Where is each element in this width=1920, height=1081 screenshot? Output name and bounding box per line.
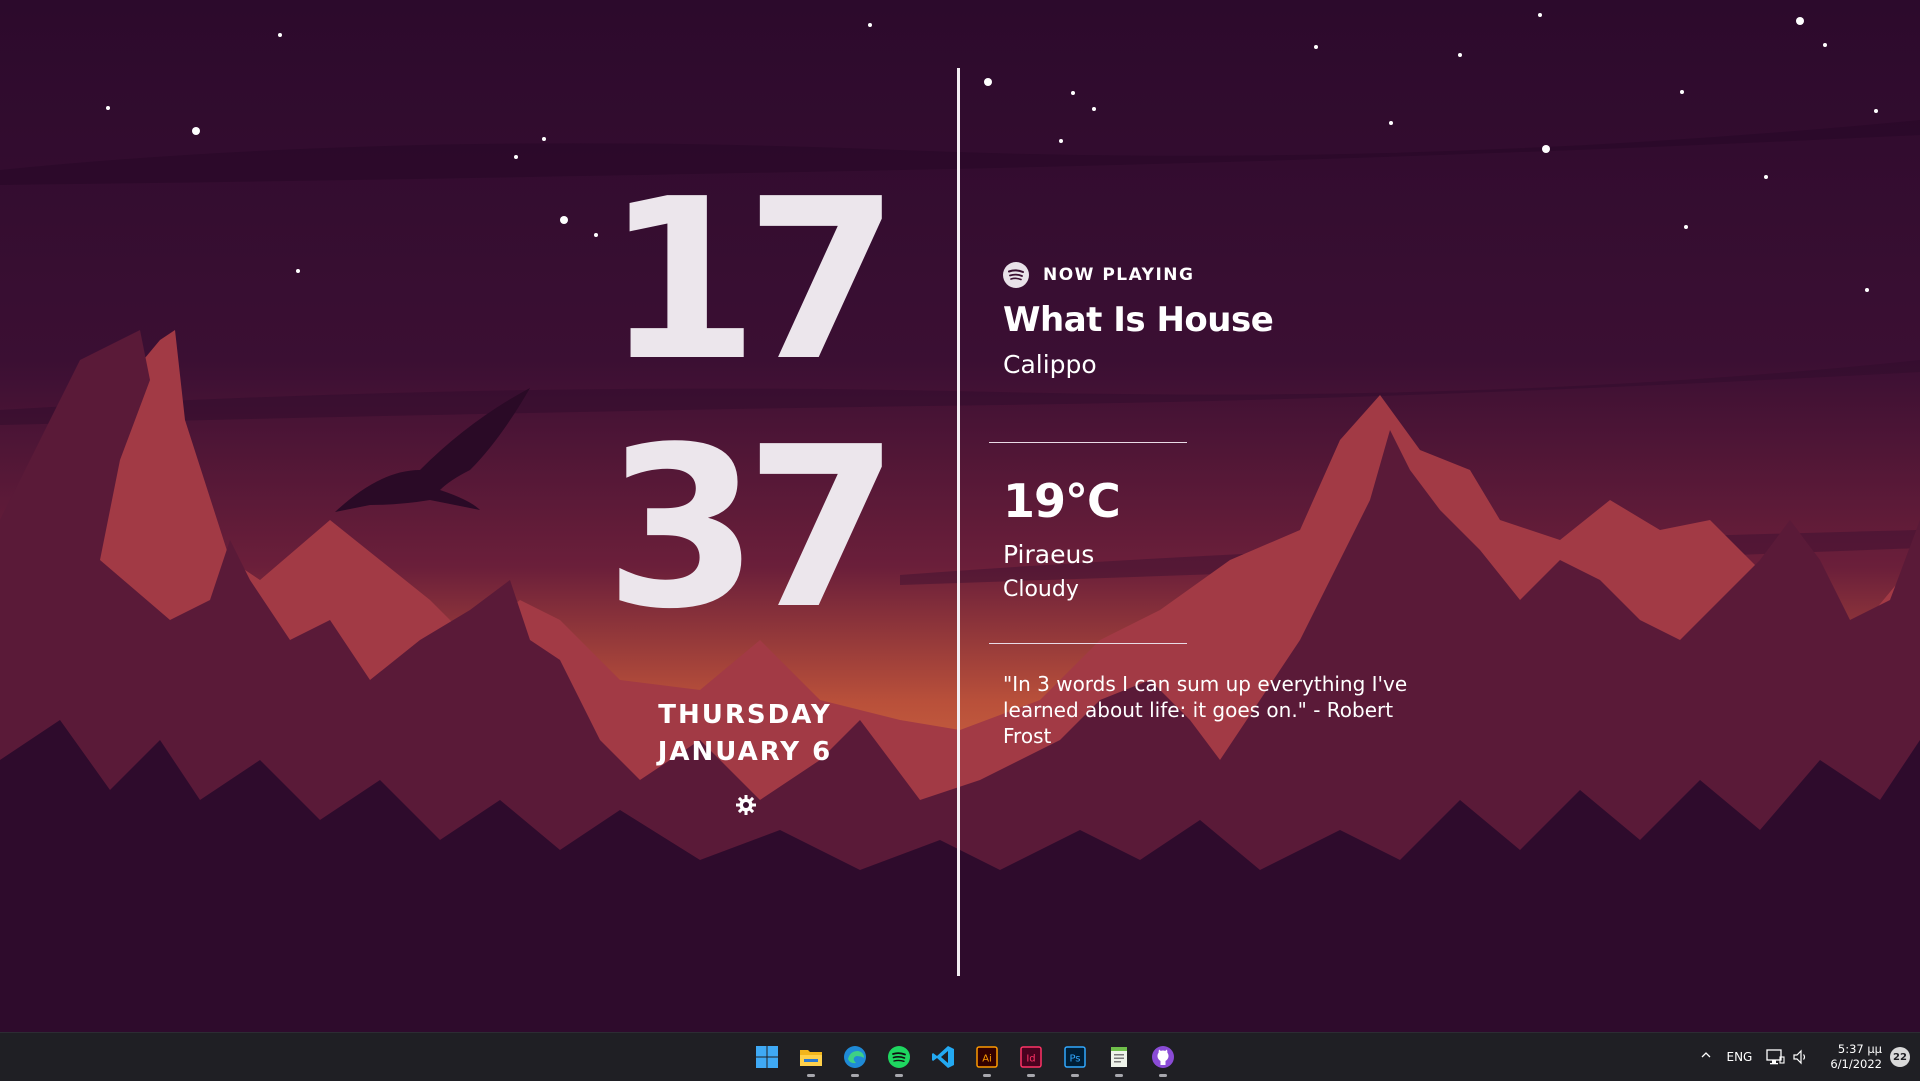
svg-text:Ps: Ps <box>1069 1054 1080 1065</box>
vertical-divider <box>957 68 960 976</box>
clock-hour: 17 <box>604 152 900 410</box>
running-indicator <box>983 1074 991 1077</box>
settings-gear-icon[interactable] <box>734 793 758 817</box>
now-playing-header: NOW PLAYING <box>1003 262 1195 288</box>
tray-date: 6/1/2022 <box>1830 1057 1882 1071</box>
track-title: What Is House <box>1003 300 1274 340</box>
input-language[interactable]: ENG <box>1726 1050 1752 1064</box>
photoshop-icon: Ps <box>1064 1046 1086 1068</box>
edge-button[interactable] <box>833 1035 877 1079</box>
taskbar-apps: Ai Id Ps <box>745 1033 1185 1081</box>
running-indicator <box>1115 1074 1123 1077</box>
network-icon[interactable] <box>1764 1046 1786 1068</box>
spotify-icon <box>1003 262 1029 288</box>
volume-icon[interactable] <box>1790 1046 1812 1068</box>
file-explorer-button[interactable] <box>789 1035 833 1079</box>
github-icon <box>1152 1046 1174 1068</box>
indesign-icon: Id <box>1020 1046 1042 1068</box>
photoshop-button[interactable]: Ps <box>1053 1035 1097 1079</box>
notepad-icon <box>1111 1047 1127 1067</box>
running-indicator <box>1071 1074 1079 1077</box>
vscode-button[interactable] <box>921 1035 965 1079</box>
show-hidden-icons-chevron-icon[interactable] <box>1692 1049 1720 1065</box>
spotify-icon <box>888 1046 910 1068</box>
notification-badge[interactable]: 22 <box>1890 1047 1910 1067</box>
start-button[interactable] <box>745 1035 789 1079</box>
svg-text:Ai: Ai <box>982 1054 992 1065</box>
start-icon <box>756 1046 778 1068</box>
svg-text:Id: Id <box>1026 1054 1035 1065</box>
edge-icon <box>844 1046 866 1068</box>
temperature: 19°C <box>1003 474 1121 528</box>
file-explorer-icon <box>800 1050 822 1066</box>
indesign-button[interactable]: Id <box>1009 1035 1053 1079</box>
tray-clock[interactable]: 5:37 μμ 6/1/2022 <box>1830 1042 1882 1072</box>
running-indicator <box>1027 1074 1035 1077</box>
system-tray: ENG 5:37 μμ 6/1/2022 22 <box>1692 1033 1920 1081</box>
notepad-button[interactable] <box>1097 1035 1141 1079</box>
running-indicator <box>851 1074 859 1077</box>
running-indicator <box>895 1074 903 1077</box>
day-name: THURSDAY <box>658 700 832 730</box>
separator-line <box>989 442 1187 443</box>
weather-city: Piraeus <box>1003 540 1095 569</box>
illustrator-icon: Ai <box>976 1046 998 1068</box>
vscode-icon <box>932 1046 954 1068</box>
track-artist: Calippo <box>1003 350 1097 379</box>
taskbar: Ai Id Ps ENG 5:37 μμ 6/1/2022 22 <box>0 1032 1920 1081</box>
tray-time: 5:37 μμ <box>1837 1042 1882 1056</box>
date-label: JANUARY 6 <box>657 737 833 767</box>
separator-line <box>989 643 1187 644</box>
illustrator-button[interactable]: Ai <box>965 1035 1009 1079</box>
clock-minute: 37 <box>604 400 900 658</box>
wallpaper <box>0 0 1920 1032</box>
github-button[interactable] <box>1141 1035 1185 1079</box>
running-indicator <box>1159 1074 1167 1077</box>
quote-text: "In 3 words I can sum up everything I've… <box>1003 672 1408 748</box>
now-playing-label: NOW PLAYING <box>1043 265 1195 285</box>
spotify-button[interactable] <box>877 1035 921 1079</box>
running-indicator <box>807 1074 815 1077</box>
weather-condition: Cloudy <box>1003 577 1079 602</box>
